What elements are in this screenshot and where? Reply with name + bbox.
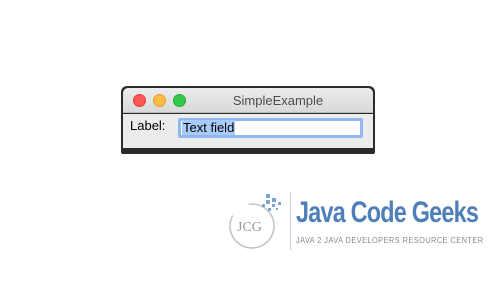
text-field-value: Text field bbox=[182, 120, 236, 135]
content-pane: Label: Text field bbox=[123, 114, 373, 148]
svg-text:JCG: JCG bbox=[237, 220, 262, 235]
window-title: SimpleExample bbox=[232, 93, 324, 108]
field-label: Label: bbox=[130, 118, 166, 133]
text-field[interactable]: Text field bbox=[178, 118, 363, 138]
brand-name: Java Code Geeks bbox=[296, 196, 479, 229]
jcg-emblem-icon: JCG bbox=[229, 194, 281, 249]
brand-tagline: JAVA 2 JAVA DEVELOPERS RESOURCE CENTER bbox=[296, 236, 484, 245]
app-window: SimpleExample Label: Text field bbox=[121, 86, 375, 154]
logo-divider bbox=[290, 192, 291, 250]
zoom-button[interactable] bbox=[173, 94, 186, 107]
title-bar[interactable]: SimpleExample bbox=[123, 88, 373, 113]
minimize-button[interactable] bbox=[153, 94, 166, 107]
close-button[interactable] bbox=[133, 94, 146, 107]
java-code-geeks-logo: JCG Java Code Geeks JAVA 2 JAVA DEVELOPE… bbox=[222, 188, 483, 260]
